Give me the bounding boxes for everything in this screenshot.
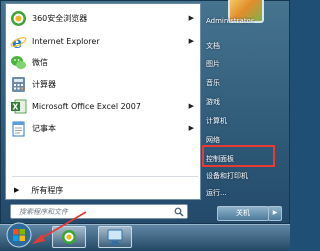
link-games[interactable]: 游戏 [206, 97, 220, 107]
submenu-arrow-icon: ▶ [188, 14, 194, 22]
program-label: Microsoft Office Excel 2007 [32, 101, 141, 111]
internet-explorer-icon: e [9, 32, 27, 50]
submenu-arrow-icon: ▶ [188, 124, 194, 132]
program-label: 记事本 [32, 123, 56, 133]
submenu-arrow-icon: ▶ [188, 102, 194, 110]
all-programs-label: 所有程序 [31, 185, 64, 195]
program-label: 计算器 [32, 79, 56, 89]
all-programs-button[interactable]: ▶ 所有程序 [14, 182, 63, 198]
calculator-icon [9, 75, 27, 93]
link-documents[interactable]: 文档 [206, 41, 220, 51]
quick-links-pane: Administrator 文档 图片 音乐 游戏 计算机 网络 控制面板 设备… [204, 0, 288, 200]
shutdown-button[interactable]: 关机 [217, 206, 269, 221]
program-label: 微信 [32, 57, 48, 67]
link-pictures[interactable]: 图片 [206, 59, 220, 69]
program-excel-2007[interactable]: X Microsoft Office Excel 2007 ▶ [9, 95, 199, 117]
excel-icon: X [9, 97, 27, 115]
control-panel-highlight [202, 145, 275, 167]
expand-arrow-icon: ▶ [14, 186, 20, 194]
link-devices-printers[interactable]: 设备和打印机 [206, 171, 248, 181]
link-computer[interactable]: 计算机 [206, 116, 227, 126]
svg-text:X: X [12, 102, 18, 111]
program-360-browser[interactable]: 360安全浏览器 ▶ [9, 7, 199, 29]
program-wechat[interactable]: 微信 [9, 51, 199, 73]
link-network[interactable]: 网络 [206, 135, 220, 145]
program-internet-explorer[interactable]: e Internet Explorer ▶ [9, 30, 199, 52]
windows-start-icon[interactable] [4, 222, 34, 248]
link-user[interactable]: Administrator [206, 17, 254, 25]
taskbar-remote-desktop-button[interactable] [98, 226, 132, 248]
search-icon [174, 207, 184, 217]
program-label: Internet Explorer [32, 36, 100, 46]
link-music[interactable]: 音乐 [206, 78, 220, 88]
start-menu: 360安全浏览器 ▶ e Internet Explorer ▶ 微信 计算器 … [0, 0, 290, 224]
program-label: 360安全浏览器 [32, 13, 88, 23]
programs-divider [12, 176, 198, 177]
programs-pane: 360安全浏览器 ▶ e Internet Explorer ▶ 微信 计算器 … [5, 3, 201, 200]
browser-360-icon [62, 230, 76, 244]
taskbar-360-browser-button[interactable] [52, 226, 86, 248]
wechat-icon [9, 53, 27, 71]
remote-desktop-icon [107, 229, 123, 245]
search-input[interactable]: 搜索程序和文件 [10, 204, 188, 219]
link-run[interactable]: 运行... [206, 188, 227, 198]
notepad-icon [9, 119, 27, 137]
shutdown-options-arrow-icon[interactable]: ▶ [268, 206, 282, 221]
program-calculator[interactable]: 计算器 [9, 73, 199, 95]
submenu-arrow-icon: ▶ [188, 37, 194, 45]
taskbar [0, 224, 290, 251]
browser-360-icon [9, 9, 27, 27]
program-notepad[interactable]: 记事本 ▶ [9, 117, 199, 139]
search-placeholder: 搜索程序和文件 [19, 208, 68, 216]
